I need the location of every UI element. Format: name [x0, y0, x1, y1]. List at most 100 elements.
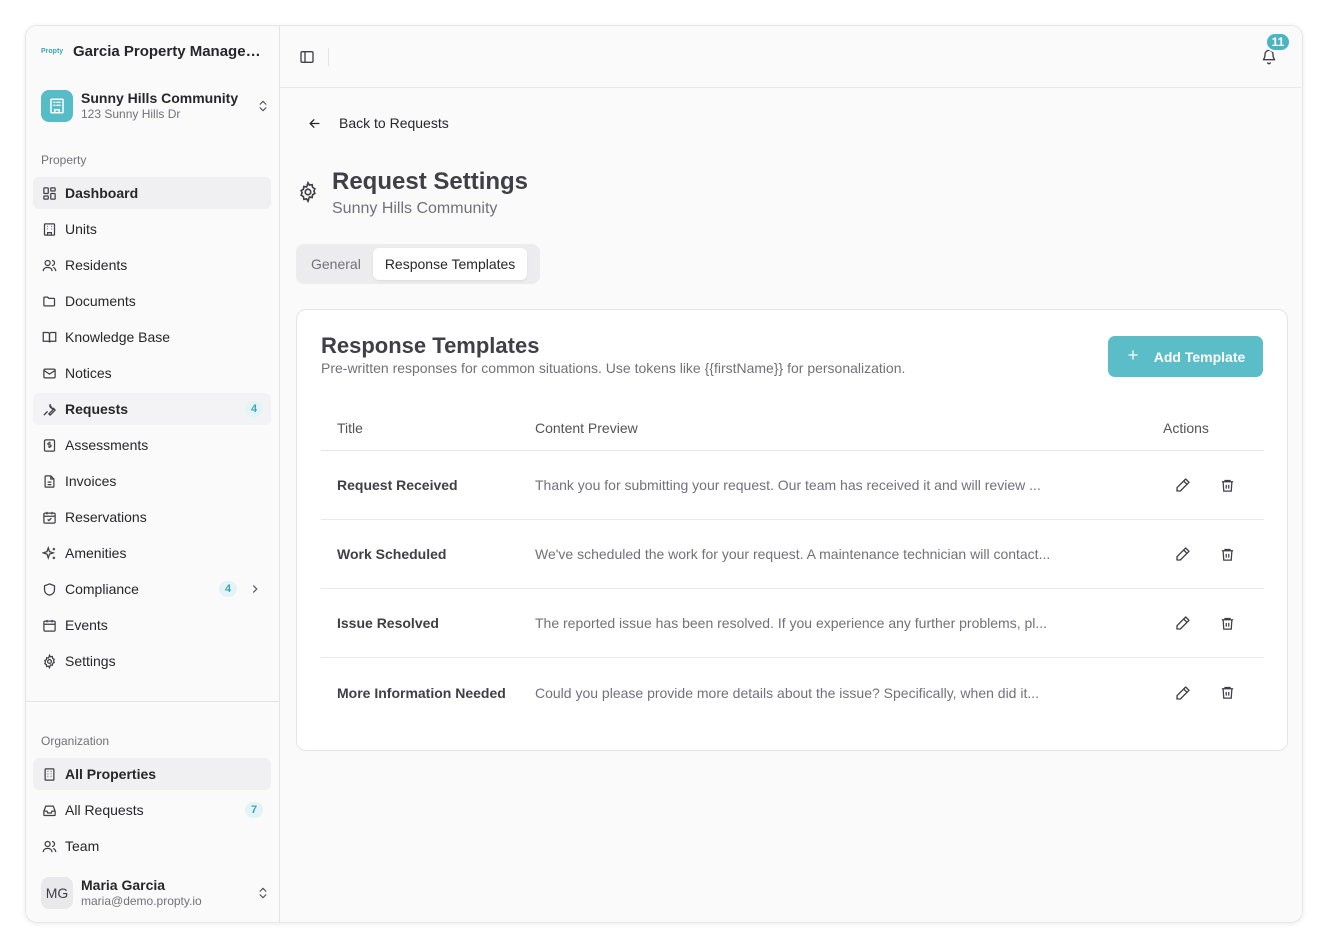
trash-icon[interactable] — [1219, 615, 1235, 631]
trash-icon[interactable] — [1219, 685, 1235, 701]
file-icon — [41, 473, 57, 489]
sidebar-item-label: Team — [65, 838, 100, 854]
template-content-preview: Could you please provide more details ab… — [535, 684, 1040, 701]
sidebar-item-label: Reservations — [65, 509, 147, 525]
template-title: More Information Needed — [337, 684, 506, 701]
add-template-button[interactable]: Add Template — [1108, 336, 1263, 377]
arrow-left-icon — [306, 115, 322, 131]
tab-general[interactable]: General — [299, 248, 373, 280]
property-address: 123 Sunny Hills Dr — [81, 107, 181, 121]
add-template-label: Add Template — [1153, 348, 1246, 365]
org-name: Garcia Property Managem... — [73, 43, 265, 60]
sidebar-item-label: Notices — [65, 365, 112, 381]
sidebar-divider — [26, 701, 280, 702]
sidebar-item-invoices[interactable]: Invoices — [33, 465, 271, 497]
topbar: 11 — [280, 26, 1302, 88]
calendar-icon — [41, 617, 57, 633]
sidebar-item-assessments[interactable]: Assessments — [33, 429, 271, 461]
user-menu[interactable]: MG Maria Garcia maria@demo.propty.io — [41, 877, 271, 909]
template-content-preview: The reported issue has been resolved. If… — [535, 615, 1048, 631]
sidebar-item-settings[interactable]: Settings — [33, 645, 271, 677]
column-header-title: Title — [337, 420, 363, 436]
page-header: Request Settings Sunny Hills Community — [296, 168, 528, 220]
table-row: Issue Resolved The reported issue has be… — [321, 589, 1264, 658]
sidebar-item-units[interactable]: Units — [33, 213, 271, 245]
organization-nav: All Properties All Requests 7 Team — [33, 758, 271, 866]
trash-icon[interactable] — [1219, 546, 1235, 562]
sidebar-item-knowledge-base[interactable]: Knowledge Base — [33, 321, 271, 353]
pencil-icon[interactable] — [1175, 685, 1191, 701]
sidebar-item-label: Amenities — [65, 545, 127, 561]
sidebar-item-amenities[interactable]: Amenities — [33, 537, 271, 569]
sidebar-item-label: Knowledge Base — [65, 329, 171, 345]
pencil-icon[interactable] — [1175, 546, 1191, 562]
settings-tabs: General Response Templates — [296, 244, 540, 284]
back-link-label: Back to Requests — [339, 115, 449, 131]
template-title: Work Scheduled — [337, 546, 447, 562]
sidebar-item-label: Units — [65, 221, 97, 237]
pencil-icon[interactable] — [1175, 477, 1191, 493]
sidebar-item-all-requests[interactable]: All Requests 7 — [33, 794, 271, 826]
all-requests-count-badge: 7 — [245, 802, 263, 818]
trash-icon[interactable] — [1219, 477, 1235, 493]
sidebar-item-label: Compliance — [65, 581, 139, 597]
property-section-label: Property — [41, 153, 87, 167]
book-icon — [41, 329, 57, 345]
sidebar-toggle-icon[interactable] — [298, 48, 316, 66]
sidebar-item-dashboard[interactable]: Dashboard — [33, 177, 271, 209]
calendar-check-icon — [41, 509, 57, 525]
property-switcher[interactable]: Sunny Hills Community 123 Sunny Hills Dr — [41, 88, 271, 124]
template-title: Issue Resolved — [337, 615, 439, 631]
sidebar-item-label: Requests — [65, 401, 129, 417]
mail-icon — [41, 365, 57, 381]
template-content-preview: We've scheduled the work for your reques… — [535, 546, 1051, 562]
users-icon — [41, 838, 57, 854]
column-header-content: Content Preview — [535, 420, 638, 436]
card-title: Response Templates — [321, 333, 540, 358]
table-row: Request Received Thank you for submittin… — [321, 451, 1264, 520]
sidebar-item-compliance[interactable]: Compliance 4 — [33, 573, 271, 605]
table-row: Work Scheduled We've scheduled the work … — [321, 520, 1264, 589]
card-description: Pre-written responses for common situati… — [321, 360, 906, 376]
sidebar-item-reservations[interactable]: Reservations — [33, 501, 271, 533]
response-templates-card: Response Templates Pre-written responses… — [296, 309, 1288, 751]
page-title: Request Settings — [332, 168, 529, 195]
chevron-up-down-icon — [255, 885, 271, 901]
user-email: maria@demo.propty.io — [81, 894, 202, 908]
users-icon — [41, 257, 57, 273]
sidebar-item-events[interactable]: Events — [33, 609, 271, 641]
column-header-actions: Actions — [1163, 420, 1209, 436]
template-title: Request Received — [337, 477, 458, 493]
org-switcher[interactable]: Propty Garcia Property Managem... — [41, 43, 271, 60]
folder-icon — [41, 293, 57, 309]
topbar-divider — [328, 48, 329, 66]
dollar-icon — [41, 437, 57, 453]
notification-count-badge: 11 — [1265, 32, 1291, 52]
sidebar-item-documents[interactable]: Documents — [33, 285, 271, 317]
requests-count-badge: 4 — [245, 401, 263, 417]
shield-icon — [41, 581, 57, 597]
sidebar-item-all-properties[interactable]: All Properties — [33, 758, 271, 790]
sidebar-item-notices[interactable]: Notices — [33, 357, 271, 389]
propty-logo: Propty — [41, 48, 64, 55]
sidebar-item-label: Documents — [65, 293, 136, 309]
property-building-icon — [41, 90, 73, 122]
sidebar-item-residents[interactable]: Residents — [33, 249, 271, 281]
property-name: Sunny Hills Community — [81, 90, 239, 106]
gear-icon — [296, 180, 320, 204]
user-name: Maria Garcia — [81, 877, 166, 893]
sidebar-item-label: Residents — [65, 257, 128, 273]
table-header: Title Content Preview Actions — [321, 406, 1264, 451]
back-to-requests-link[interactable]: Back to Requests — [306, 113, 449, 133]
tab-response-templates[interactable]: Response Templates — [372, 248, 528, 280]
app-window: Propty Garcia Property Managem... Sunny … — [25, 25, 1303, 923]
sidebar-item-requests[interactable]: Requests 4 — [33, 393, 271, 425]
pencil-icon[interactable] — [1175, 615, 1191, 631]
chevron-up-down-icon — [255, 98, 271, 114]
organization-section-label: Organization — [41, 734, 110, 748]
table-row: More Information Needed Could you please… — [321, 658, 1264, 727]
chevron-right-icon[interactable] — [247, 581, 263, 597]
compliance-count-badge: 4 — [219, 581, 237, 597]
sidebar-item-team[interactable]: Team — [33, 830, 271, 862]
sparkles-icon — [41, 545, 57, 561]
